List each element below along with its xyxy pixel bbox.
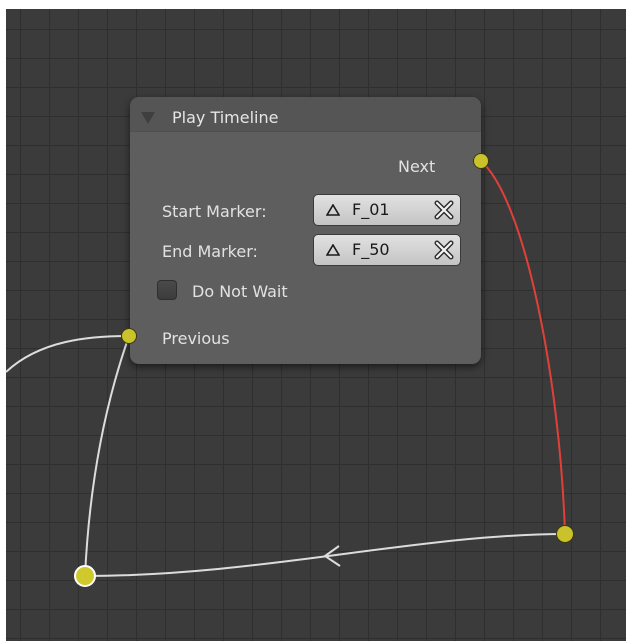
do-not-wait-checkbox[interactable] xyxy=(157,280,177,300)
start-marker-field[interactable]: F_01 xyxy=(313,194,461,226)
next-socket-label: Next xyxy=(398,157,436,176)
marker-triangle-icon xyxy=(326,204,340,216)
node-title: Play Timeline xyxy=(172,108,279,127)
start-marker-label: Start Marker: xyxy=(162,202,267,221)
end-marker-field[interactable]: F_50 xyxy=(313,234,461,266)
link-next-to-reroute xyxy=(480,160,566,535)
link-incoming-to-previous xyxy=(5,335,130,373)
link-reroute-to-previous xyxy=(84,335,130,577)
clear-x-icon[interactable] xyxy=(433,199,455,221)
start-marker-value: F_01 xyxy=(352,200,390,219)
reroute-node-selected[interactable] xyxy=(74,565,96,587)
next-output-socket[interactable] xyxy=(473,153,489,169)
end-marker-label: End Marker: xyxy=(162,242,258,261)
node-header[interactable]: Play Timeline xyxy=(130,97,481,132)
play-timeline-node[interactable]: Play Timeline Next Start Marker: F_01 En… xyxy=(130,97,481,364)
previous-socket-label: Previous xyxy=(162,329,230,348)
previous-input-socket[interactable] xyxy=(121,328,137,344)
reroute-node[interactable] xyxy=(556,525,574,543)
end-marker-value: F_50 xyxy=(352,240,390,259)
marker-triangle-icon xyxy=(326,244,340,256)
clear-x-icon[interactable] xyxy=(433,239,455,261)
collapse-triangle-icon[interactable] xyxy=(141,112,155,124)
do-not-wait-label[interactable]: Do Not Wait xyxy=(192,282,288,302)
